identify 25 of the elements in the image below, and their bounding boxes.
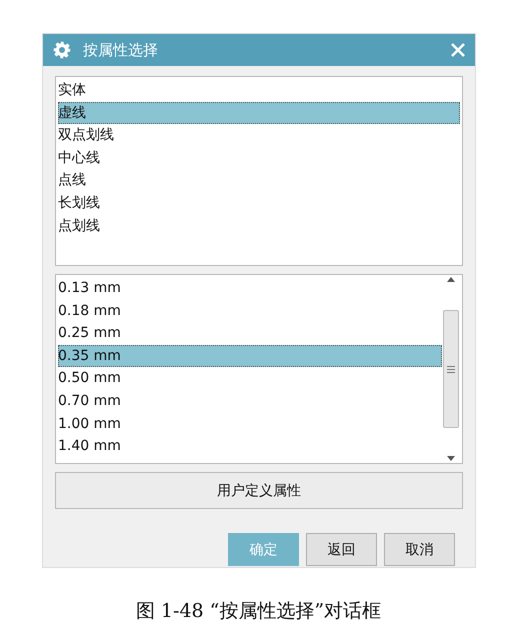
list-item[interactable]: 中心线 [58, 146, 460, 170]
list-item[interactable]: 1.00 mm [58, 412, 442, 436]
figure-caption: 图 1-48 “按属性选择”对话框 [136, 599, 382, 624]
scrollbar-thumb[interactable] [443, 310, 459, 428]
scroll-down-icon[interactable] [447, 456, 455, 461]
list-item[interactable]: 双点划线 [58, 124, 460, 147]
scroll-up-icon[interactable] [447, 277, 455, 282]
list-item[interactable]: 虚线 [58, 102, 460, 124]
list-item[interactable]: 0.25 mm [58, 322, 442, 345]
list-item[interactable]: 点划线 [58, 214, 460, 238]
list-item[interactable]: 0.35 mm [58, 344, 442, 368]
list-item[interactable]: 1.40 mm [58, 435, 442, 458]
window-title: 按属性选择 [83, 40, 159, 60]
close-icon[interactable] [451, 43, 465, 57]
user-defined-button[interactable]: 用户定义属性 [55, 472, 463, 509]
dialog-button[interactable]: 返回 [306, 533, 377, 566]
list-item[interactable]: 长划线 [58, 192, 460, 215]
list-item[interactable]: 实体 [58, 79, 460, 102]
list-item[interactable]: 0.50 mm [58, 367, 442, 390]
list-item[interactable]: 0.18 mm [58, 300, 442, 322]
list-item[interactable]: 0.70 mm [58, 390, 442, 413]
list-item[interactable]: 点线 [58, 169, 460, 192]
dialog-button[interactable]: 取消 [384, 533, 455, 566]
list-item[interactable]: 0.13 mm [58, 277, 442, 300]
settings-icon [53, 41, 71, 59]
